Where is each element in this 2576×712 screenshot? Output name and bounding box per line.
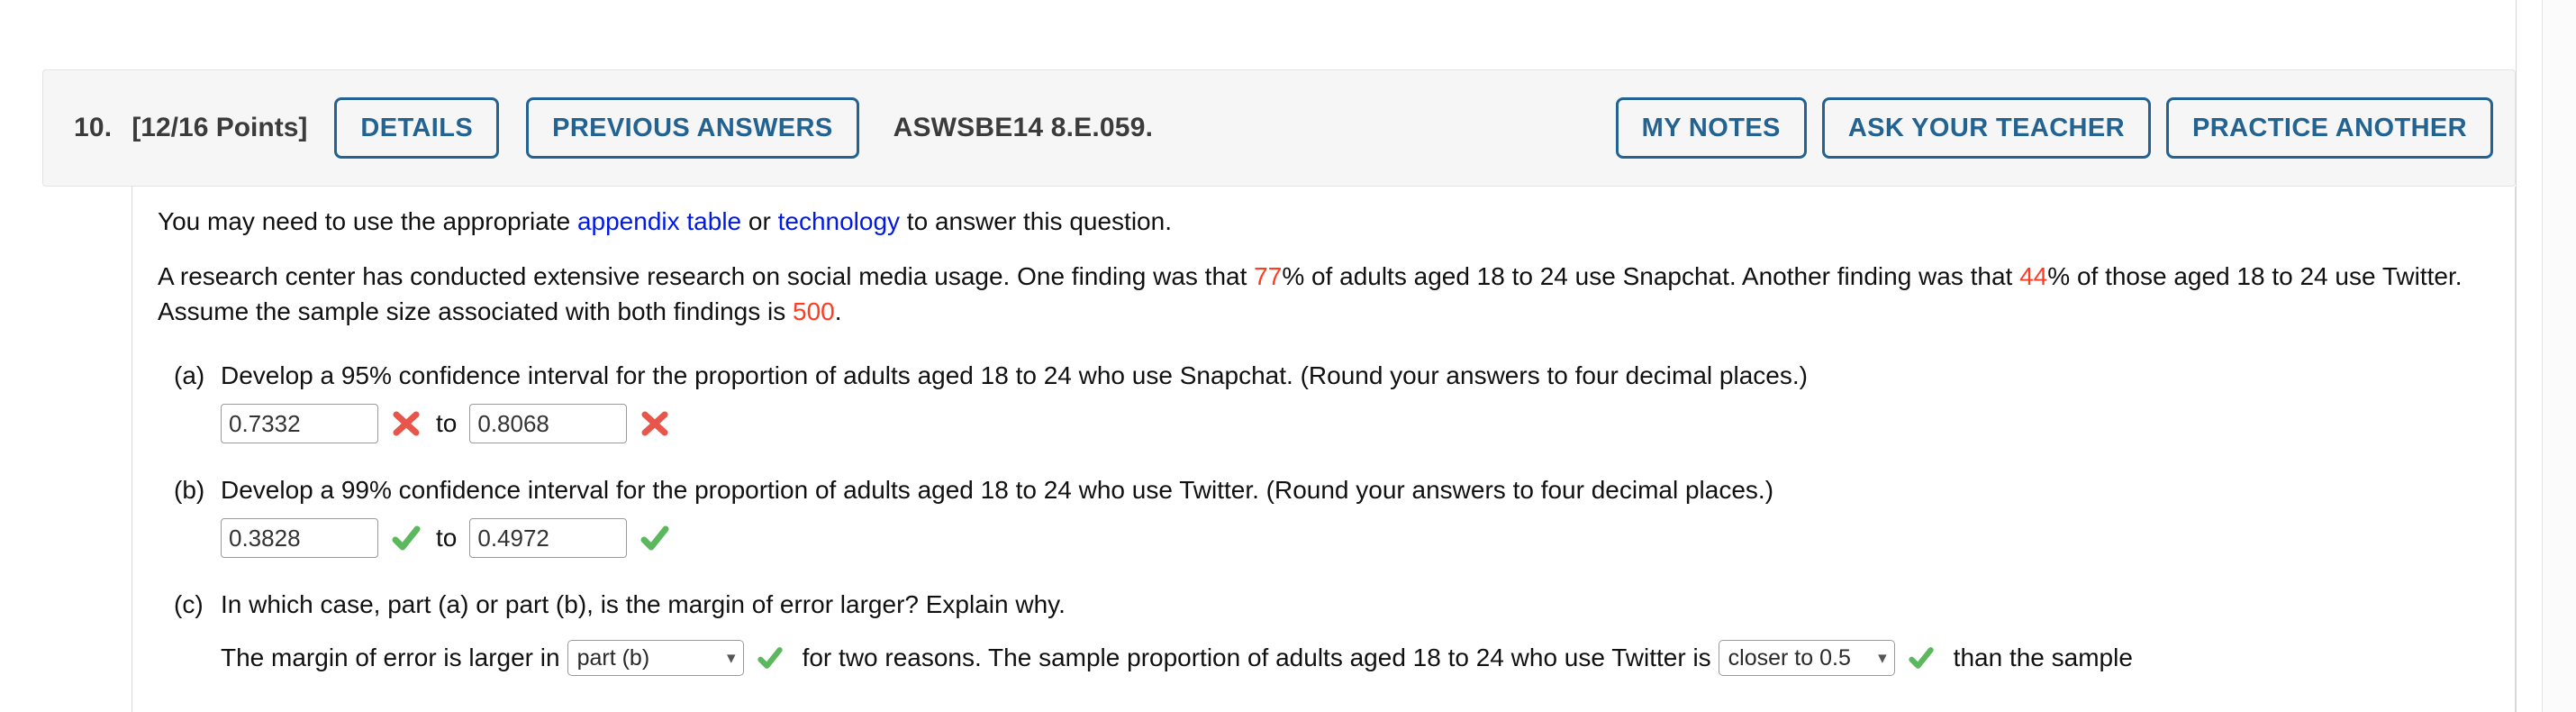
appendix-table-link[interactable]: appendix table (577, 207, 741, 235)
check-icon (1908, 644, 1935, 671)
part-b-body: Develop a 99% confidence interval for th… (221, 472, 2515, 558)
check-icon (391, 523, 422, 553)
part-c-text-1: The margin of error is larger in (221, 644, 560, 671)
part-c-body: In which case, part (a) or part (b), is … (221, 587, 2515, 676)
problem-segment-1: A research center has conducted extensiv… (158, 262, 1255, 290)
problem-statement: A research center has conducted extensiv… (158, 259, 2463, 329)
part-c-text-3: than the sample (1953, 644, 2133, 671)
appendix-notice: You may need to use the appropriate appe… (158, 204, 2463, 239)
details-button[interactable]: DETAILS (334, 97, 500, 159)
part-a-label: (a) (174, 361, 205, 389)
part-b-prompt: Develop a 99% confidence interval for th… (221, 476, 1774, 504)
part-b-to-label: to (436, 524, 458, 552)
part-b-upper-bound-input[interactable] (469, 518, 628, 558)
twitter-percent-value: 44 (2019, 262, 2048, 290)
part-c-case-dropdown-value: part (b) (576, 644, 650, 671)
content-right-divider (2515, 187, 2516, 712)
question-number: 10. (74, 113, 113, 142)
part-c-proportion-dropdown-value: closer to 0.5 (1728, 644, 1851, 671)
appendix-notice-text-2: or (741, 207, 778, 235)
part-c-label: (c) (174, 590, 204, 618)
part-c-prompt: In which case, part (a) or part (b), is … (221, 590, 1066, 618)
part-b: (b) Develop a 99% confidence interval fo… (158, 472, 2515, 558)
chevron-down-icon: ▾ (1878, 648, 1887, 668)
part-a: (a) Develop a 95% confidence interval fo… (158, 358, 2515, 443)
part-a-lower-bound-input[interactable] (221, 404, 378, 443)
part-a-answer-row: to (221, 404, 2515, 443)
header-actions: MY NOTES ASK YOUR TEACHER PRACTICE ANOTH… (1615, 97, 2493, 159)
check-icon (639, 523, 670, 553)
part-b-label: (b) (174, 476, 205, 504)
problem-segment-2: % of adults aged 18 to 24 use Snapchat. … (1282, 262, 2020, 290)
my-notes-button[interactable]: MY NOTES (1615, 97, 1807, 159)
part-b-answer-row: to (221, 518, 2515, 558)
part-a-to-label: to (436, 409, 458, 437)
part-c-proportion-dropdown[interactable]: closer to 0.5 ▾ (1718, 640, 1895, 676)
part-c-case-dropdown[interactable]: part (b) ▾ (567, 640, 744, 676)
appendix-notice-text-3: to answer this question. (900, 207, 1172, 235)
part-a-body: Develop a 95% confidence interval for th… (221, 358, 2515, 443)
problem-segment-4: . (834, 297, 842, 325)
appendix-notice-text-1: You may need to use the appropriate (158, 207, 577, 235)
sample-size-value: 500 (793, 297, 835, 325)
cross-icon (639, 408, 670, 439)
question-page: 10. [12/16 Points] DETAILS PREVIOUS ANSW… (0, 0, 2576, 712)
part-a-upper-bound-input[interactable] (469, 404, 628, 443)
part-c-answer-row: The margin of error is larger in part (b… (221, 640, 2515, 676)
page-scrollbar-gutter[interactable] (2542, 0, 2576, 712)
check-icon (757, 644, 784, 671)
question-code: ASWSBE14 8.E.059. (893, 113, 1154, 142)
snapchat-percent-value: 77 (1254, 262, 1283, 290)
ask-your-teacher-button[interactable]: ASK YOUR TEACHER (1821, 97, 2151, 159)
part-b-lower-bound-input[interactable] (221, 518, 378, 558)
part-c-text-2: for two reasons. The sample proportion o… (802, 644, 1711, 671)
cross-icon (391, 408, 422, 439)
chevron-down-icon: ▾ (727, 648, 736, 668)
page-right-divider (2516, 0, 2517, 712)
technology-link[interactable]: technology (778, 207, 900, 235)
practice-another-button[interactable]: PRACTICE ANOTHER (2166, 97, 2493, 159)
question-points-badge: [12/16 Points] (132, 113, 308, 142)
part-c: (c) In which case, part (a) or part (b),… (158, 587, 2515, 676)
question-header-bar: 10. [12/16 Points] DETAILS PREVIOUS ANSW… (42, 69, 2516, 187)
previous-answers-button[interactable]: PREVIOUS ANSWERS (526, 97, 859, 159)
part-a-prompt: Develop a 95% confidence interval for th… (221, 361, 1808, 389)
question-content: You may need to use the appropriate appe… (132, 187, 2515, 712)
